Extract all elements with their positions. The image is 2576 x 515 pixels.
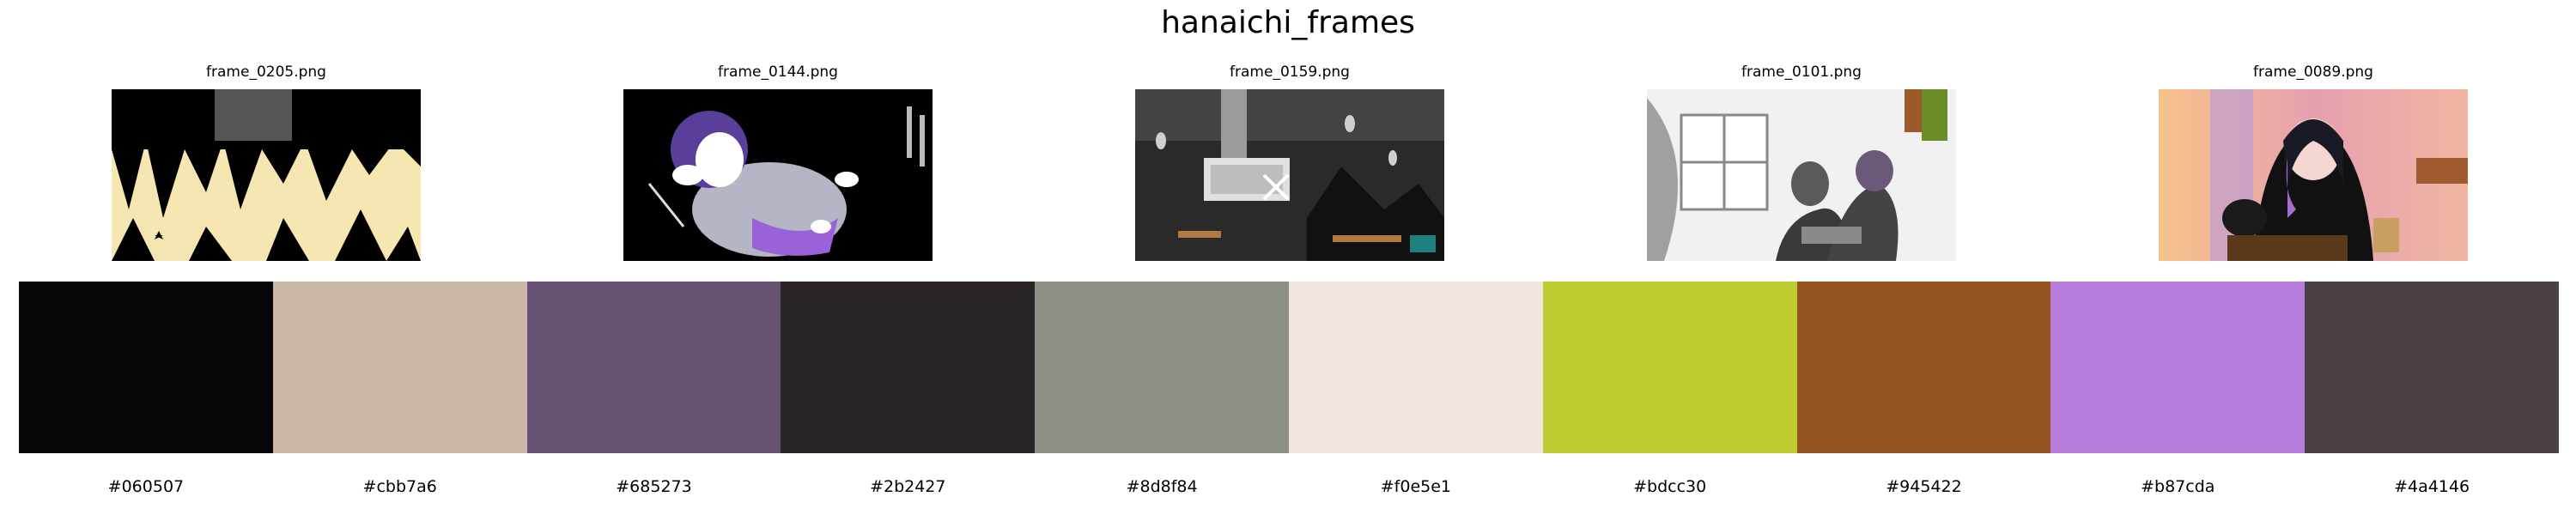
frame-thumbnail-card: frame_0101.png (1647, 62, 1956, 261)
palette-swatch (2050, 282, 2306, 453)
frame-thumbnail-card: frame_0089.png (2159, 62, 2468, 261)
frame-thumbnail-card: frame_0205.png (112, 62, 421, 261)
color-palette-bar (19, 282, 2559, 453)
hex-code-label: #8d8f84 (1126, 477, 1198, 496)
frame-image (1135, 89, 1444, 261)
frame-filename: frame_0144.png (718, 64, 838, 81)
hex-code-label: #4a4146 (2394, 477, 2470, 496)
hex-code-label: #060507 (107, 477, 185, 496)
frame-filename: frame_0205.png (206, 64, 326, 81)
palette-swatch (781, 282, 1036, 453)
hex-code-label: #f0e5e1 (1380, 477, 1452, 496)
palette-swatch (19, 282, 273, 453)
frame-thumbnail-card: frame_0144.png (623, 62, 933, 261)
palette-swatch (1035, 282, 1289, 453)
frame-image (1647, 89, 1956, 261)
palette-swatch (2305, 282, 2559, 453)
figure-title: hanaichi_frames (1161, 5, 1415, 40)
hex-code-label: #bdcc30 (1633, 477, 1707, 496)
hex-code-label: #2b2427 (870, 477, 946, 496)
frame-image (2159, 89, 2468, 261)
palette-swatch (1288, 282, 1543, 453)
frame-thumbnail-card: frame_0159.png (1135, 62, 1444, 261)
hex-code-label: #945422 (1886, 477, 1962, 496)
frame-image (112, 89, 421, 261)
hex-code-label: #b87cda (2141, 477, 2215, 496)
hex-code-label: #685273 (616, 477, 692, 496)
palette-swatch (526, 282, 781, 453)
frame-filename: frame_0101.png (1741, 64, 1862, 81)
frame-filename: frame_0159.png (1230, 64, 1350, 81)
palette-swatch (1796, 282, 2051, 453)
palette-swatch (272, 282, 527, 453)
frame-filename: frame_0089.png (2253, 64, 2373, 81)
hex-code-label: #cbb7a6 (362, 477, 437, 496)
palette-swatch (1542, 282, 1797, 453)
frame-image (623, 89, 933, 261)
palette-hex-labels: #060507 #cbb7a6 #685273 #2b2427 #8d8f84 … (19, 476, 2559, 498)
